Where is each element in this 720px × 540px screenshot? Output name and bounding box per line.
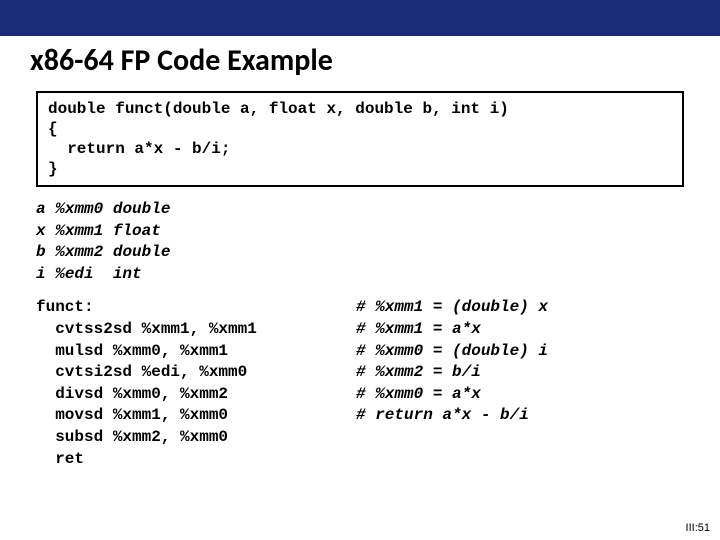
asm-line: ret xyxy=(36,449,356,471)
regmap-var: b xyxy=(36,243,46,261)
assembly-block: funct: cvtss2sd %xmm1, %xmm1 mulsd %xmm0… xyxy=(36,297,684,470)
slide-title: x86-64 FP Code Example xyxy=(0,36,720,89)
asm-comment: # %xmm0 = (double) i xyxy=(356,341,684,363)
asm-instructions: funct: cvtss2sd %xmm1, %xmm1 mulsd %xmm0… xyxy=(36,297,356,470)
asm-comment: # %xmm2 = b/i xyxy=(356,362,684,384)
asm-line: cvtss2sd %xmm1, %xmm1 xyxy=(36,319,356,341)
asm-comment: # return a*x - b/i xyxy=(356,405,684,427)
regmap-reg: %xmm0 xyxy=(55,200,103,218)
asm-line: subsd %xmm2, %xmm0 xyxy=(36,427,356,449)
asm-comment: # %xmm1 = (double) x xyxy=(356,297,684,319)
asm-line: funct: xyxy=(36,297,356,319)
slide-page: x86-64 FP Code Example double funct(doub… xyxy=(0,0,720,540)
regmap-row: i %edi int xyxy=(36,264,684,286)
regmap-type: float xyxy=(113,222,161,240)
title-bar xyxy=(0,0,720,36)
regmap-var: i xyxy=(36,265,46,283)
code-line: return a*x - b/i; xyxy=(48,140,230,158)
regmap-reg: %xmm1 xyxy=(55,222,103,240)
asm-line: movsd %xmm1, %xmm0 xyxy=(36,405,356,427)
asm-comment: # %xmm0 = a*x xyxy=(356,384,684,406)
asm-line: mulsd %xmm0, %xmm1 xyxy=(36,341,356,363)
regmap-type: int xyxy=(113,265,142,283)
code-line: { xyxy=(48,120,58,138)
regmap-row: a %xmm0 double xyxy=(36,199,684,221)
asm-comment: # %xmm1 = a*x xyxy=(356,319,684,341)
page-number: III:51 xyxy=(686,522,710,534)
code-line: } xyxy=(48,160,58,178)
regmap-type: double xyxy=(113,200,171,218)
regmap-reg: %xmm2 xyxy=(55,243,103,261)
asm-line: cvtsi2sd %edi, %xmm0 xyxy=(36,362,356,384)
regmap-reg: %edi xyxy=(55,265,93,283)
code-line: double funct(double a, float x, double b… xyxy=(48,100,509,118)
register-map: a %xmm0 double x %xmm1 float b %xmm2 dou… xyxy=(36,199,684,285)
regmap-row: b %xmm2 double xyxy=(36,242,684,264)
regmap-type: double xyxy=(113,243,171,261)
asm-line: divsd %xmm0, %xmm2 xyxy=(36,384,356,406)
regmap-row: x %xmm1 float xyxy=(36,221,684,243)
regmap-var: a xyxy=(36,200,46,218)
regmap-var: x xyxy=(36,222,46,240)
asm-comments: # %xmm1 = (double) x # %xmm1 = a*x # %xm… xyxy=(356,297,684,470)
c-code-box: double funct(double a, float x, double b… xyxy=(36,91,684,187)
